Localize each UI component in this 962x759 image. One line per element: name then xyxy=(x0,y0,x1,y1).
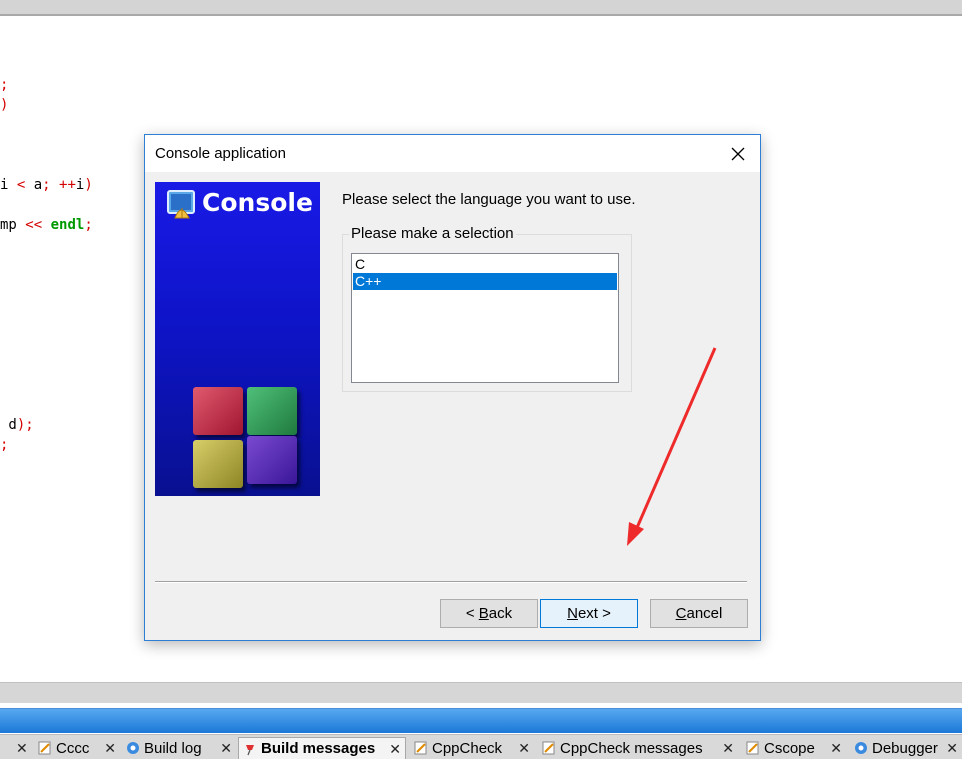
note-icon xyxy=(414,741,427,755)
close-icon: ✕ xyxy=(946,740,958,756)
annotation-arrow xyxy=(627,347,717,546)
close-icon: ✕ xyxy=(389,741,401,757)
close-icon: ✕ xyxy=(104,740,116,756)
note-icon xyxy=(542,741,555,755)
tab-debugger[interactable]: Debugger ✕ xyxy=(850,737,962,759)
tab-build-messages[interactable]: Build messages ✕ xyxy=(238,737,406,759)
close-icon: ✕ xyxy=(220,740,232,756)
close-icon: ✕ xyxy=(830,740,842,756)
tab-build-log[interactable]: Build log ✕ xyxy=(122,737,236,759)
tab-cppcheck[interactable]: CppCheck ✕ xyxy=(410,737,534,759)
pin-icon xyxy=(246,744,254,755)
close-icon[interactable]: ✕ xyxy=(16,740,28,757)
tab-cscope[interactable]: Cscope ✕ xyxy=(742,737,846,759)
close-icon: ✕ xyxy=(518,740,530,756)
logs-panel-header xyxy=(0,708,962,733)
gear-icon xyxy=(127,742,139,754)
tab-cppcheck-messages[interactable]: CppCheck messages ✕ xyxy=(538,737,738,759)
tab-cccc[interactable]: Cccc ✕ xyxy=(34,737,120,759)
logs-tab-bar: ✕ Cccc ✕ Build log ✕ Build messages ✕ CppCh… xyxy=(0,734,962,759)
note-icon xyxy=(38,741,51,755)
gear-icon xyxy=(855,742,867,754)
close-icon: ✕ xyxy=(722,740,734,756)
note-icon xyxy=(746,741,759,755)
horizontal-scrollbar[interactable] xyxy=(0,682,962,703)
